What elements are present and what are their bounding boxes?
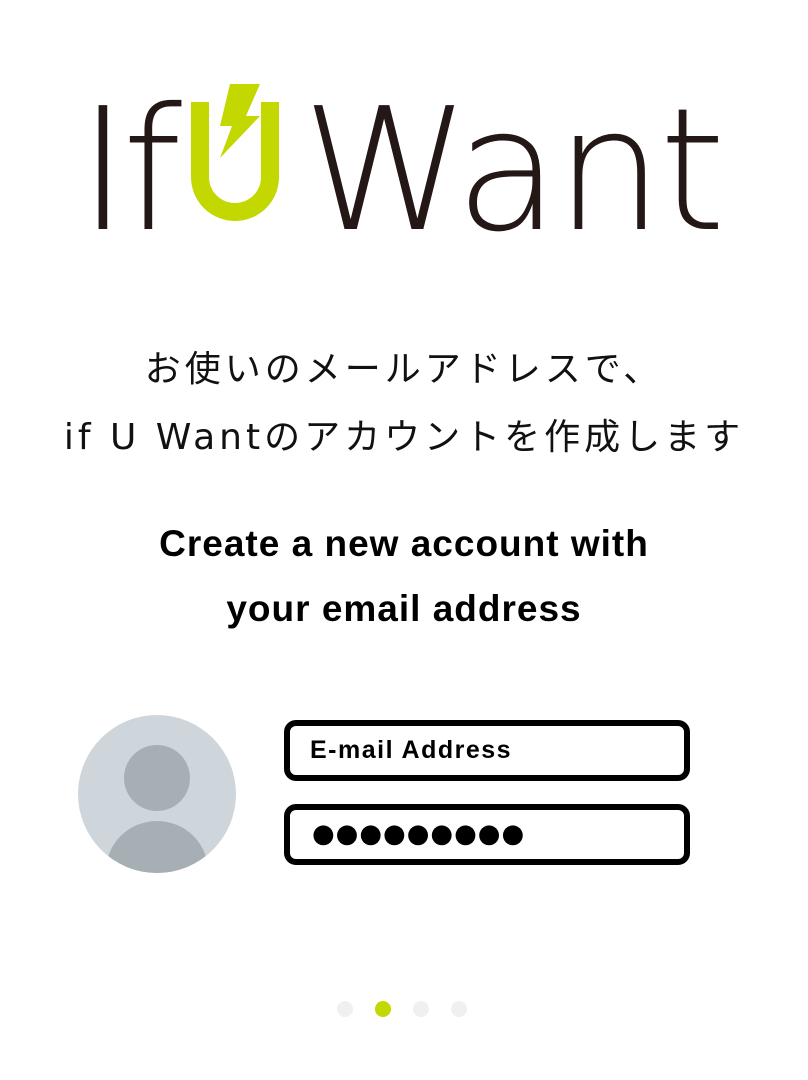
lightning-bolt-icon <box>220 84 260 158</box>
app-logo: If Want <box>78 82 738 256</box>
intro-en-line-2: your email address <box>226 588 582 629</box>
page-dot-1[interactable] <box>337 1001 353 1017</box>
logo-text-if: If <box>78 72 182 270</box>
avatar-head <box>124 745 190 811</box>
password-field[interactable]: ●●●●●●●●● <box>284 804 690 865</box>
intro-ja-line-1: お使いのメールアドレスで、 <box>144 349 664 390</box>
password-masked-value: ●●●●●●●●● <box>312 819 526 849</box>
logo-text-want: Want <box>302 72 726 270</box>
avatar-shoulders <box>106 821 208 873</box>
page-dot-4[interactable] <box>451 1001 467 1017</box>
user-avatar-icon <box>78 715 236 873</box>
intro-ja-line-2: if U Wantのアカウントを作成します <box>63 417 745 458</box>
intro-en-line-1: Create a new account with <box>159 523 649 564</box>
onboarding-screen: If Want お使いのメールアドレスで、 if U Wantのアカウントを作成… <box>0 0 808 1080</box>
page-indicator <box>337 1001 467 1018</box>
lightning-u-icon <box>191 84 279 221</box>
page-dot-3[interactable] <box>413 1001 429 1017</box>
email-field[interactable] <box>284 720 690 781</box>
page-dot-2-active[interactable] <box>375 1001 391 1017</box>
email-input[interactable] <box>290 726 684 775</box>
